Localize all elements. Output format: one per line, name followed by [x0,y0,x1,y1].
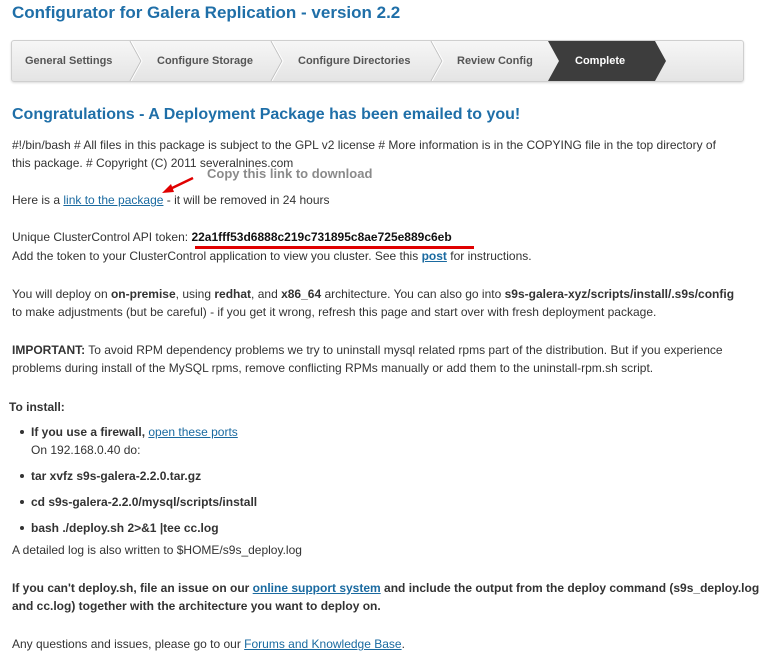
active-step-arrow [655,41,666,81]
wizard-step-general-settings[interactable]: General Settings [25,41,112,81]
wizard-step-configure-storage[interactable]: Configure Storage [157,41,253,81]
important-line2: problems during install of the MySQL rpm… [12,361,654,375]
package-download-link[interactable]: link to the package [63,193,163,207]
copy-link-annotation: Copy this link to download [207,166,373,181]
wizard-step-complete-label: Complete [575,55,626,67]
token-instructions-line: Add the token to your ClusterControl app… [12,249,532,263]
support-system-link[interactable]: online support system [253,581,381,595]
api-token-line: Unique ClusterControl API token: 22a1fff… [12,230,452,244]
wizard-step-review-config[interactable]: Review Config [457,41,533,81]
deploy-info-line1: You will deploy on on-premise, using red… [12,287,735,301]
firewall-item: If you use a firewall, open these ports [31,425,238,439]
step-separator-icon [129,41,143,81]
important-label: IMPORTANT: [12,343,86,357]
install-title: To install: [9,400,65,414]
deploy-info-line2: to make adjustments (but be careful) - i… [12,305,657,319]
open-ports-link[interactable]: open these ports [148,425,237,439]
bullet-icon [20,526,24,530]
post-link[interactable]: post [422,249,447,263]
deploy-arch: x86_64 [281,287,322,301]
install-host-note: On 192.168.0.40 do: [31,443,141,457]
step-separator-icon [270,41,284,81]
wizard-step-complete[interactable]: Complete [559,41,655,81]
support-line2: and cc.log) together with the architectu… [12,599,381,613]
active-step-tail [548,41,559,81]
api-token-value: 22a1fff53d6888c219c731895c8ae725e889c6eb [191,230,452,244]
deploy-os: redhat [214,287,252,301]
license-text-line1: #!/bin/bash # All files in this package … [12,138,716,152]
step-separator-icon [430,41,444,81]
bullet-icon [20,474,24,478]
questions-line: Any questions and issues, please go to o… [12,637,405,651]
wizard-step-configure-directories[interactable]: Configure Directories [298,41,410,81]
install-step-deploy: bash ./deploy.sh 2>&1 |tee cc.log [31,521,219,535]
deploy-environment: on-premise [110,287,176,301]
log-note: A detailed log is also written to $HOME/… [12,543,302,557]
install-step-cd: cd s9s-galera-2.2.0/mysql/scripts/instal… [31,495,258,509]
bullet-icon [20,500,24,504]
wizard-steps: General Settings Configure Storage Confi… [11,40,744,82]
package-line: Here is a link to the package - it will … [12,193,330,207]
install-step-extract: tar xvfz s9s-galera-2.2.0.tar.gz [31,469,202,483]
support-line1: If you can't deploy.sh, file an issue on… [12,581,759,595]
bullet-icon [20,430,24,434]
config-path: s9s-galera-xyz/scripts/install/.s9s/conf… [504,287,735,301]
important-line1: IMPORTANT: To avoid RPM dependency probl… [12,343,723,357]
page-title: Configurator for Galera Replication - ve… [12,3,401,22]
congrats-heading: Congratulations - A Deployment Package h… [12,106,521,123]
forums-link[interactable]: Forums and Knowledge Base [244,637,401,651]
